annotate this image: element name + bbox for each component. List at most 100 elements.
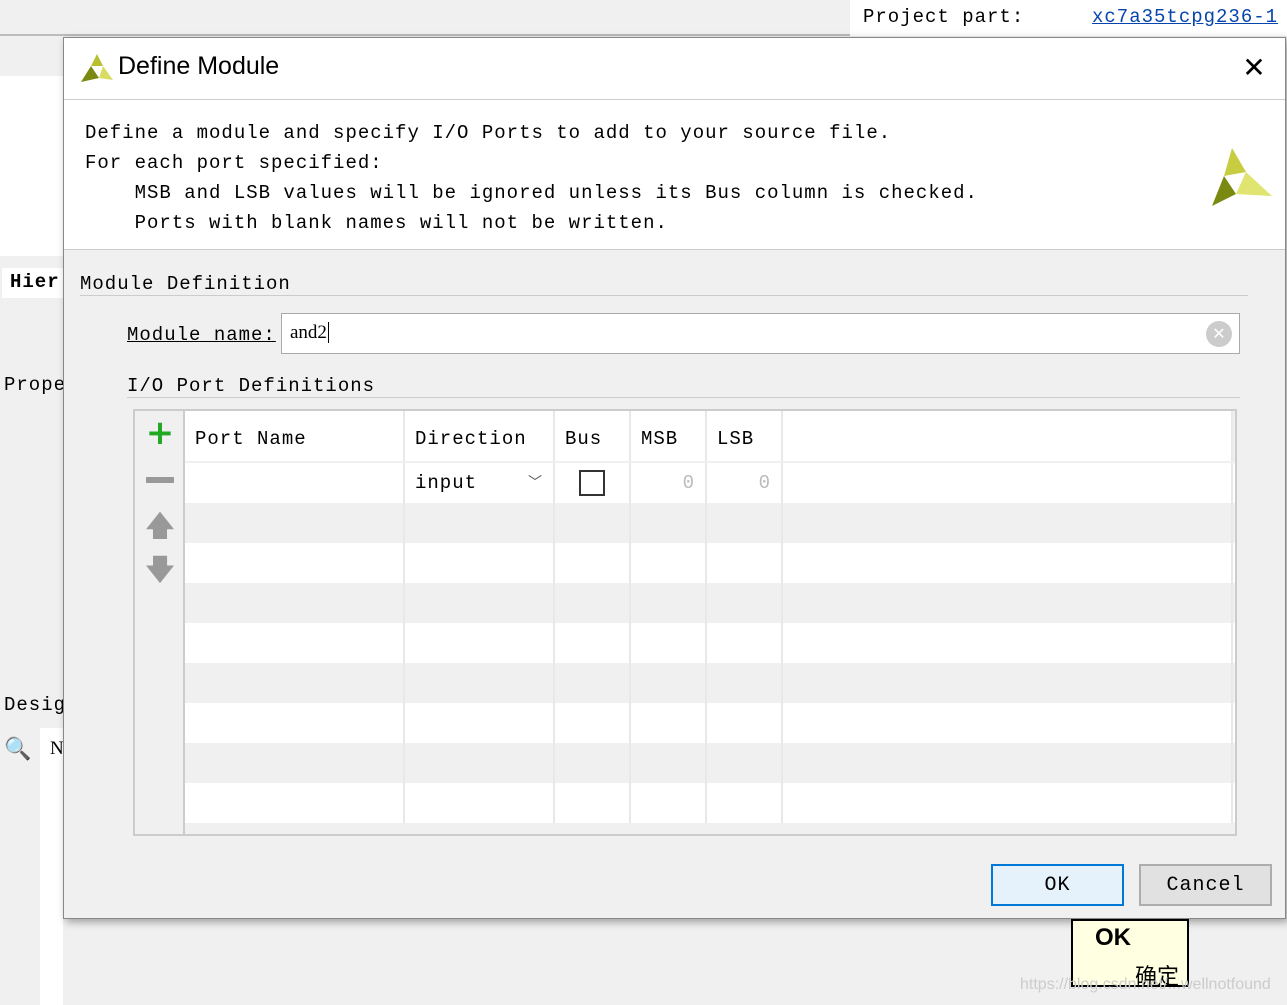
description-line: MSB and LSB values will be ignored unles… <box>85 182 978 204</box>
column-msb[interactable]: MSB <box>631 411 707 461</box>
empty-cell <box>555 503 631 543</box>
empty-cell <box>707 743 783 783</box>
empty-cell <box>185 783 405 823</box>
empty-cell <box>631 623 707 663</box>
filler-cell <box>783 463 1233 503</box>
module-name-label: Module name: <box>127 324 276 346</box>
empty-cell <box>185 583 405 623</box>
tooltip-title: OK <box>1095 924 1131 951</box>
empty-cell <box>405 623 555 663</box>
vivado-logo-icon <box>81 54 113 82</box>
search-icon[interactable]: 🔍 <box>4 736 31 762</box>
divider <box>127 397 1240 398</box>
empty-cell <box>707 703 783 743</box>
empty-row <box>185 783 1235 823</box>
empty-cell <box>783 663 1233 703</box>
table-header: Port Name Direction Bus MSB LSB <box>185 411 1235 461</box>
empty-cell <box>555 623 631 663</box>
module-name-input[interactable]: and2 <box>281 313 1240 354</box>
column-port-name[interactable]: Port Name <box>185 411 405 461</box>
empty-cell <box>405 663 555 703</box>
empty-row <box>185 703 1235 743</box>
empty-cell <box>555 783 631 823</box>
project-summary: Project part: xc7a35tcpg236-1 <box>850 0 1287 36</box>
empty-cell <box>783 503 1233 543</box>
empty-cell <box>555 583 631 623</box>
empty-cell <box>783 583 1233 623</box>
empty-cell <box>631 503 707 543</box>
empty-cell <box>631 663 707 703</box>
remove-port-icon[interactable] <box>143 463 177 497</box>
empty-cell <box>783 783 1233 823</box>
port-name-cell[interactable] <box>185 463 405 503</box>
define-module-dialog: Define Module ✕ Define a module and spec… <box>63 37 1286 919</box>
project-part-link[interactable]: xc7a35tcpg236-1 <box>1092 6 1278 28</box>
empty-cell <box>707 543 783 583</box>
bus-checkbox[interactable] <box>579 470 605 496</box>
module-name-value: and2 <box>290 322 327 343</box>
table-row: input ﹀ 0 0 <box>185 463 1235 503</box>
empty-row <box>185 503 1235 543</box>
empty-cell <box>405 583 555 623</box>
empty-cell <box>707 503 783 543</box>
empty-cell <box>783 743 1233 783</box>
ok-button[interactable]: OK <box>991 864 1124 906</box>
empty-cell <box>631 743 707 783</box>
lsb-cell[interactable]: 0 <box>707 463 783 503</box>
description-line: For each port specified: <box>85 152 383 174</box>
column-bus[interactable]: Bus <box>555 411 631 461</box>
properties-header: Prope <box>4 374 67 396</box>
msb-cell[interactable]: 0 <box>631 463 707 503</box>
empty-cell <box>707 583 783 623</box>
cancel-button[interactable]: Cancel <box>1139 864 1272 906</box>
sources-tree <box>0 76 63 256</box>
empty-cell <box>405 783 555 823</box>
empty-cell <box>631 703 707 743</box>
empty-cell <box>783 543 1233 583</box>
vivado-logo-icon <box>1212 148 1272 206</box>
empty-cell <box>631 543 707 583</box>
column-lsb[interactable]: LSB <box>707 411 783 461</box>
column-direction[interactable]: Direction <box>405 411 555 461</box>
empty-cell <box>185 623 405 663</box>
project-part-label: Project part: <box>863 6 1025 28</box>
dialog-titlebar: Define Module ✕ <box>64 38 1285 100</box>
design-runs-header: Desig <box>4 694 67 716</box>
empty-cell <box>185 663 405 703</box>
empty-cell <box>555 543 631 583</box>
empty-cell <box>185 543 405 583</box>
empty-cell <box>405 543 555 583</box>
move-up-icon[interactable]: 🡅 <box>143 505 177 542</box>
close-button[interactable]: ✕ <box>1236 50 1272 86</box>
bus-cell <box>555 463 631 503</box>
description-line: Define a module and specify I/O Ports to… <box>85 122 892 144</box>
direction-value: input <box>415 472 478 494</box>
empty-cell <box>631 783 707 823</box>
left-panel: Hier Prope Desig N 🔍 <box>0 36 67 1005</box>
add-port-icon[interactable]: + <box>143 416 177 451</box>
empty-cell <box>405 703 555 743</box>
move-down-icon[interactable]: 🡇 <box>143 549 177 586</box>
empty-cell <box>185 703 405 743</box>
empty-cell <box>405 743 555 783</box>
column-header: N <box>50 738 64 759</box>
empty-row <box>185 663 1235 703</box>
tab-hierarchy[interactable]: Hier <box>2 268 63 298</box>
empty-row <box>185 543 1235 583</box>
io-port-definitions-label: I/O Port Definitions <box>127 375 376 397</box>
empty-cell <box>707 623 783 663</box>
port-table: + 🡅 🡇 Port Name Direction Bus MSB LSB in… <box>133 409 1237 836</box>
empty-cell <box>783 703 1233 743</box>
empty-cell <box>707 783 783 823</box>
empty-row <box>185 623 1235 663</box>
description-line: Ports with blank names will not be writt… <box>85 212 668 234</box>
empty-row <box>185 743 1235 783</box>
chevron-down-icon: ﹀ <box>528 475 543 491</box>
empty-cell <box>555 743 631 783</box>
empty-cell <box>783 623 1233 663</box>
clear-icon[interactable]: ✕ <box>1206 321 1232 347</box>
divider <box>80 295 1248 296</box>
direction-select[interactable]: input ﹀ <box>405 463 555 503</box>
empty-cell <box>707 663 783 703</box>
dialog-title: Define Module <box>118 52 280 80</box>
